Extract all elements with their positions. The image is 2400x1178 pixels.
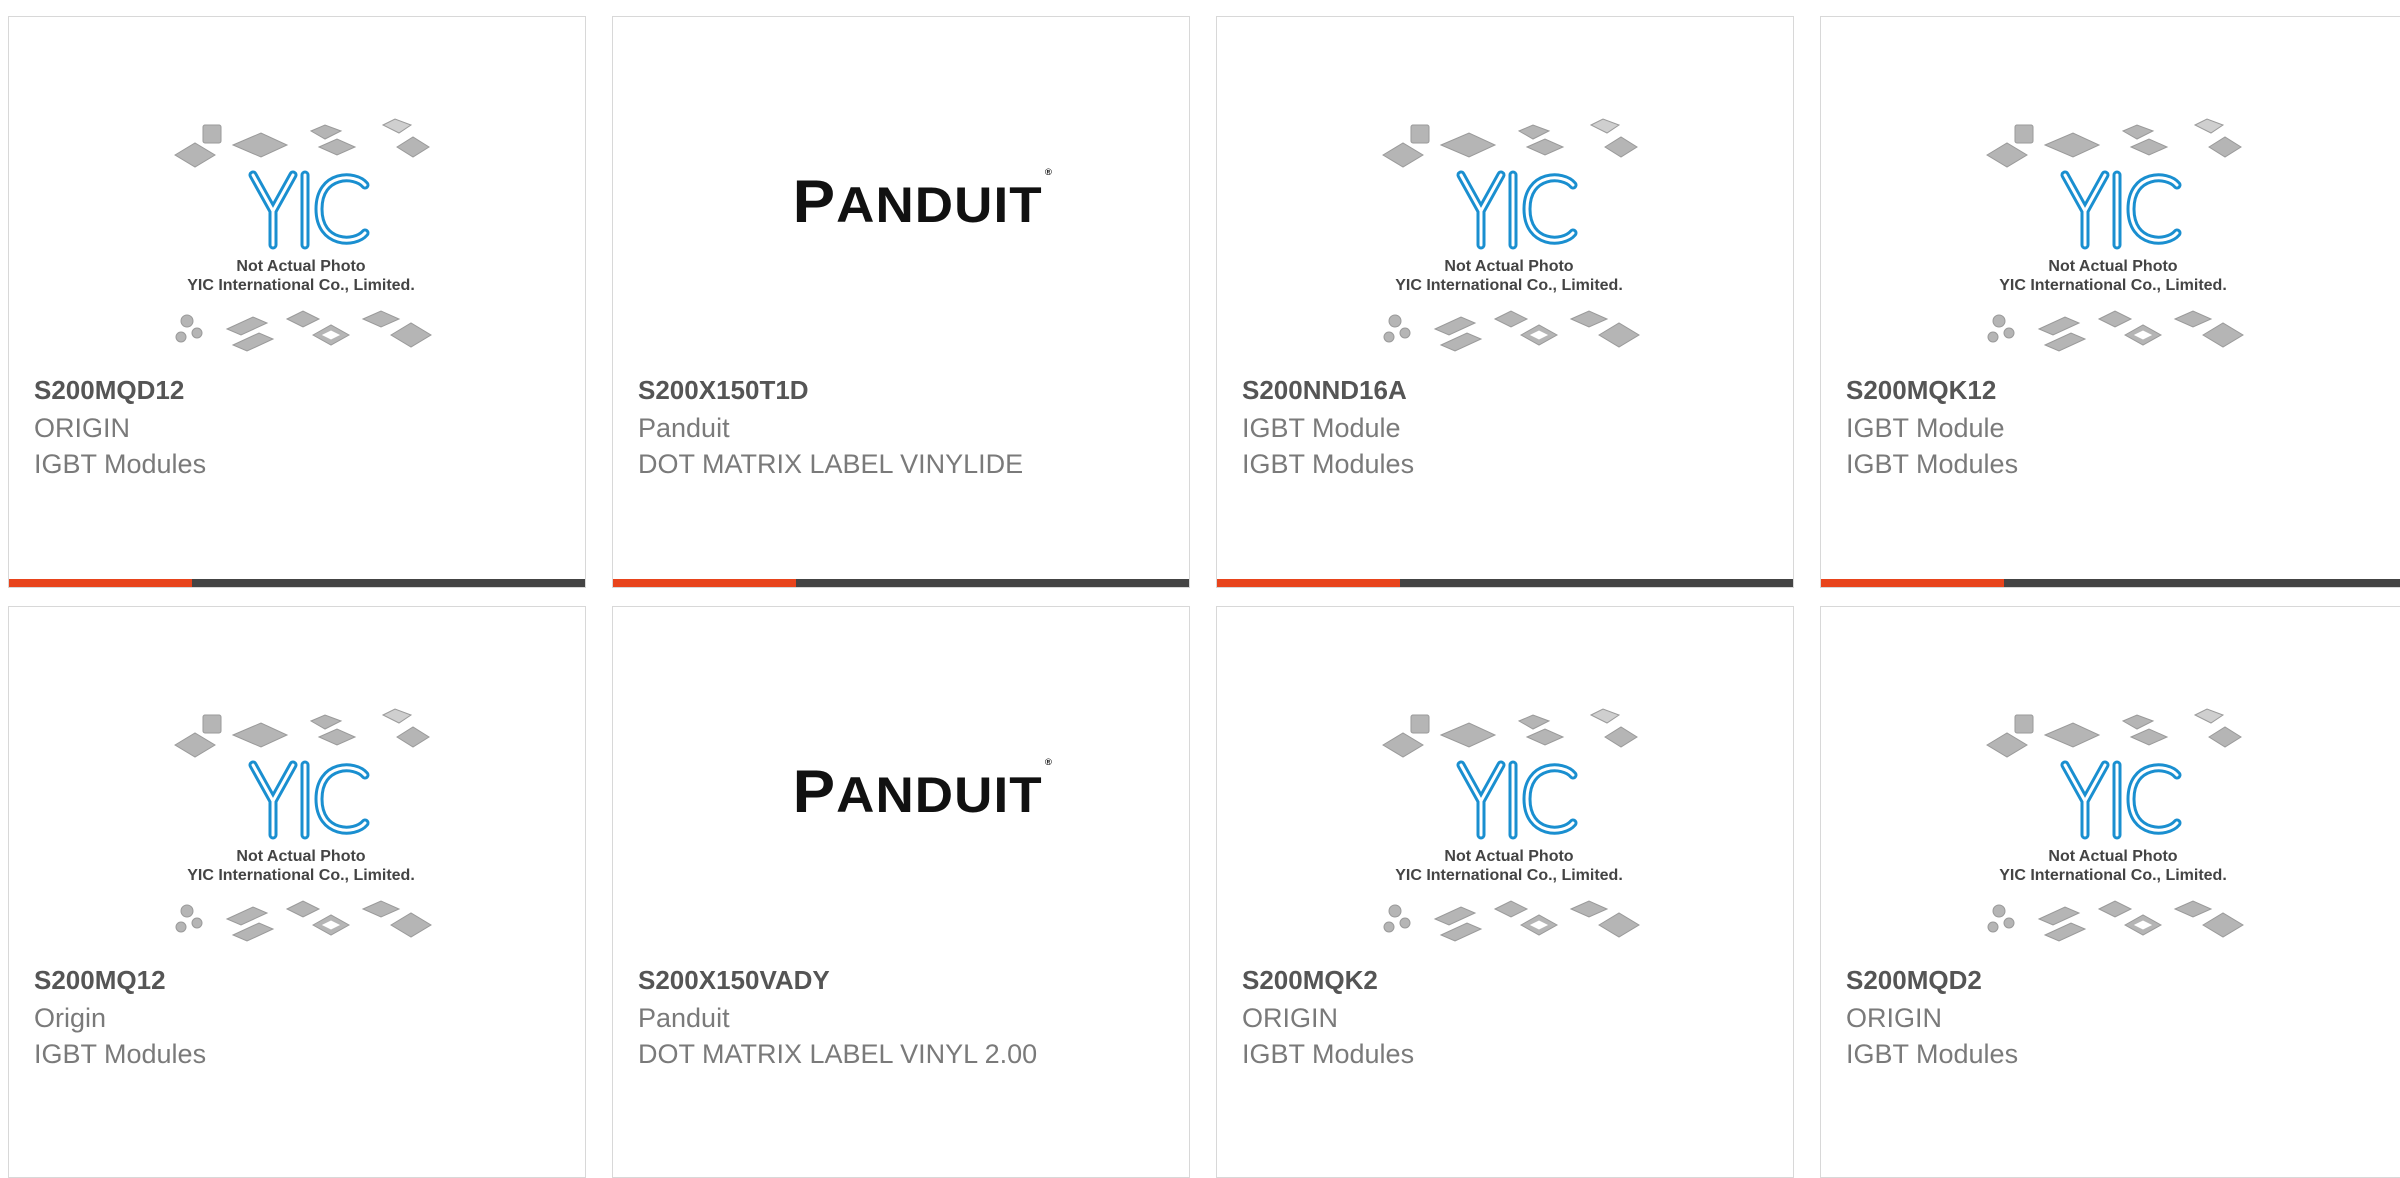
placeholder-caption-1: Not Actual Photo bbox=[236, 848, 365, 865]
yic-placeholder-image: Not Actual Photo YIC International Co., … bbox=[1986, 708, 2244, 942]
product-card[interactable]: Not Actual Photo YIC International Co., … bbox=[1820, 606, 2400, 1178]
product-card[interactable]: PANDUIT® S200X150T1D Panduit DOT MATRIX … bbox=[612, 16, 1190, 588]
category: IGBT Modules bbox=[1846, 449, 2019, 479]
category: IGBT Modules bbox=[1242, 449, 1415, 479]
product-card[interactable]: Not Actual Photo YIC International Co., … bbox=[1820, 16, 2400, 588]
card-bottom-bar bbox=[1217, 579, 1793, 587]
card-bottom-bar bbox=[9, 579, 585, 587]
category: IGBT Modules bbox=[34, 1039, 207, 1069]
part-number[interactable]: S200MQD2 bbox=[1846, 965, 1982, 996]
part-number[interactable]: S200MQ12 bbox=[34, 965, 166, 996]
product-image-panduit[interactable]: PANDUIT® bbox=[613, 607, 1189, 957]
manufacturer: ORIGIN bbox=[34, 413, 131, 443]
manufacturer: Panduit bbox=[638, 413, 730, 443]
yic-placeholder-image: Not Actual Photo YIC International Co., … bbox=[174, 118, 432, 352]
placeholder-caption-1: Not Actual Photo bbox=[1444, 848, 1573, 865]
yic-logo bbox=[2060, 170, 2182, 250]
manufacturer: ORIGIN bbox=[1242, 1003, 1339, 1033]
chip-icons-top bbox=[1382, 708, 1638, 758]
yic-logo bbox=[248, 760, 370, 840]
manufacturer: IGBT Module bbox=[1846, 413, 2005, 443]
product-card[interactable]: Not Actual Photo YIC International Co., … bbox=[8, 16, 586, 588]
card-bottom-bar bbox=[613, 579, 1189, 587]
category: IGBT Modules bbox=[34, 449, 207, 479]
category: DOT MATRIX LABEL VINYL 2.00 bbox=[638, 1039, 1038, 1069]
accent-bar bbox=[613, 579, 796, 587]
placeholder-caption-2: YIC International Co., Limited. bbox=[1999, 277, 2227, 294]
part-number[interactable]: S200MQK12 bbox=[1846, 375, 1996, 406]
chip-icons-top bbox=[174, 708, 430, 758]
manufacturer: ORIGIN bbox=[1846, 1003, 1943, 1033]
manufacturer: Panduit bbox=[638, 1003, 730, 1033]
accent-bar bbox=[9, 579, 192, 587]
placeholder-caption-2: YIC International Co., Limited. bbox=[187, 867, 415, 884]
part-number[interactable]: S200MQD12 bbox=[34, 375, 184, 406]
chip-icons-top bbox=[174, 118, 430, 168]
product-image-placeholder[interactable]: Not Actual Photo YIC International Co., … bbox=[9, 607, 585, 957]
product-card[interactable]: Not Actual Photo YIC International Co., … bbox=[8, 606, 586, 1178]
chip-icons-top bbox=[1986, 708, 2242, 758]
product-image-placeholder[interactable]: Not Actual Photo YIC International Co., … bbox=[1217, 607, 1793, 957]
accent-bar bbox=[1821, 579, 2004, 587]
placeholder-caption-2: YIC International Co., Limited. bbox=[1999, 867, 2227, 884]
chip-icons-top bbox=[1986, 118, 2242, 168]
part-number[interactable]: S200NND16A bbox=[1242, 375, 1407, 406]
chip-icons-bottom bbox=[175, 310, 432, 352]
product-card[interactable]: PANDUIT® S200X150VADY Panduit DOT MATRIX… bbox=[612, 606, 1190, 1178]
product-image-placeholder[interactable]: Not Actual Photo YIC International Co., … bbox=[9, 17, 585, 367]
accent-bar bbox=[1217, 579, 1400, 587]
placeholder-caption-2: YIC International Co., Limited. bbox=[1395, 277, 1623, 294]
part-number[interactable]: S200MQK2 bbox=[1242, 965, 1378, 996]
part-number[interactable]: S200X150VADY bbox=[638, 965, 830, 996]
manufacturer: Origin bbox=[34, 1003, 107, 1033]
product-card[interactable]: Not Actual Photo YIC International Co., … bbox=[1216, 606, 1794, 1178]
product-grid: Not Actual Photo YIC International Co., … bbox=[0, 0, 2400, 1178]
category: IGBT Modules bbox=[1846, 1039, 2019, 1069]
panduit-logo: PANDUIT® bbox=[792, 757, 1053, 825]
chip-icons-bottom bbox=[175, 900, 432, 942]
placeholder-caption-1: Not Actual Photo bbox=[236, 258, 365, 275]
manufacturer: IGBT Module bbox=[1242, 413, 1401, 443]
yic-placeholder-image: Not Actual Photo YIC International Co., … bbox=[1382, 708, 1640, 942]
yic-logo bbox=[248, 170, 370, 250]
chip-icons-bottom bbox=[1383, 310, 1640, 352]
category: IGBT Modules bbox=[1242, 1039, 1415, 1069]
yic-logo bbox=[1456, 760, 1578, 840]
placeholder-caption-1: Not Actual Photo bbox=[2048, 848, 2177, 865]
chip-icons-bottom bbox=[1383, 900, 1640, 942]
placeholder-caption-2: YIC International Co., Limited. bbox=[187, 277, 415, 294]
placeholder-caption-2: YIC International Co., Limited. bbox=[1395, 867, 1623, 884]
category: DOT MATRIX LABEL VINYLIDE bbox=[638, 449, 1024, 479]
product-card[interactable]: Not Actual Photo YIC International Co., … bbox=[1216, 16, 1794, 588]
product-image-panduit[interactable]: PANDUIT® bbox=[613, 17, 1189, 367]
yic-logo bbox=[1456, 170, 1578, 250]
yic-placeholder-image: Not Actual Photo YIC International Co., … bbox=[174, 708, 432, 942]
chip-icons-top bbox=[1382, 118, 1638, 168]
product-image-placeholder[interactable]: Not Actual Photo YIC International Co., … bbox=[1821, 607, 2400, 957]
product-image-placeholder[interactable]: Not Actual Photo YIC International Co., … bbox=[1217, 17, 1793, 367]
yic-logo bbox=[2060, 760, 2182, 840]
yic-placeholder-image: Not Actual Photo YIC International Co., … bbox=[1382, 118, 1640, 352]
panduit-logo: PANDUIT® bbox=[792, 167, 1053, 235]
placeholder-caption-1: Not Actual Photo bbox=[1444, 258, 1573, 275]
chip-icons-bottom bbox=[1987, 900, 2244, 942]
part-number[interactable]: S200X150T1D bbox=[638, 375, 809, 406]
product-image-placeholder[interactable]: Not Actual Photo YIC International Co., … bbox=[1821, 17, 2400, 367]
card-bottom-bar bbox=[1821, 579, 2400, 587]
chip-icons-bottom bbox=[1987, 310, 2244, 352]
yic-placeholder-image: Not Actual Photo YIC International Co., … bbox=[1986, 118, 2244, 352]
placeholder-caption-1: Not Actual Photo bbox=[2048, 258, 2177, 275]
